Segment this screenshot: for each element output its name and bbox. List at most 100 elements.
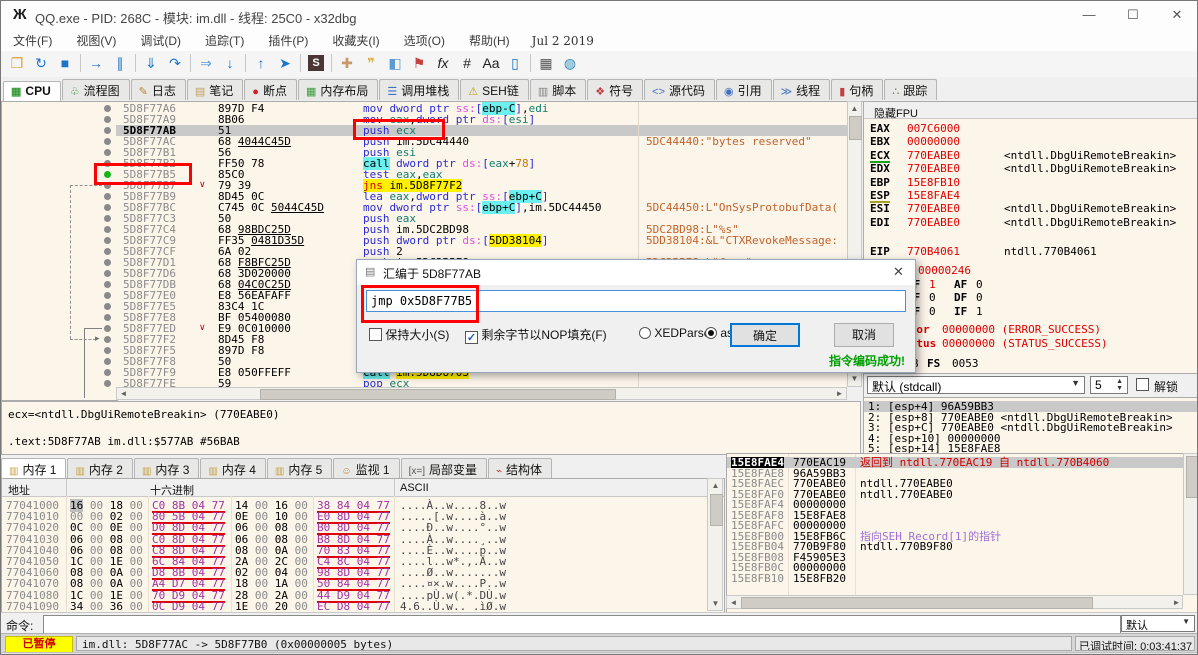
dialog-title-bar[interactable]: ▤ 汇编于 5D8F77AB ✕ — [357, 260, 915, 285]
run-until-icon[interactable]: ⇒ — [194, 51, 218, 75]
register-row[interactable]: EAX 007C6000 — [864, 123, 1197, 135]
register-row[interactable]: EBP 15E8FB10 — [864, 177, 1197, 189]
menu-item[interactable]: 选项(O) — [392, 29, 457, 52]
breakpoint-dot[interactable] — [104, 347, 111, 354]
breakpoint-dot[interactable] — [104, 105, 111, 112]
menu-item[interactable]: 收藏夹(I) — [320, 29, 391, 52]
breakpoint-dot[interactable] — [104, 292, 111, 299]
comment-icon[interactable]: ❞ — [359, 51, 383, 75]
tab-内存 4[interactable]: ▥ 内存 4 — [200, 458, 266, 479]
tab-调用堆栈[interactable]: ☰ 调用堆栈 — [379, 79, 460, 100]
bookmark-icon[interactable]: ⚑ — [407, 51, 431, 75]
tab-线程[interactable]: ≫ 线程 — [772, 79, 831, 100]
breakpoint-dot[interactable] — [104, 325, 111, 332]
breakpoint-dot[interactable] — [104, 358, 111, 365]
ok-button[interactable]: 确定 — [730, 323, 800, 347]
tab-日志[interactable]: ✎ 日志 — [130, 79, 186, 100]
menu-item[interactable]: 文件(F) — [1, 29, 64, 52]
stack-vscrollbar[interactable] — [1183, 453, 1197, 595]
tab-引用[interactable]: ◉ 引用 — [716, 79, 772, 100]
register-row[interactable]: ESP 15E8FAE4 — [864, 190, 1197, 203]
register-row[interactable]: EBX 00000000 — [864, 136, 1197, 148]
breakpoint-dot[interactable] — [104, 204, 111, 211]
calling-convention-select[interactable]: 默认 (stdcall) ▼ — [867, 376, 1085, 394]
run-to-user-code-icon[interactable]: ➤ — [273, 51, 297, 75]
keep-size-checkbox[interactable]: 保持大小(S) — [369, 326, 449, 343]
menu-item[interactable]: 追踪(T) — [193, 29, 256, 52]
disasm-hscrollbar[interactable]: ◄ ► — [116, 387, 847, 400]
breakpoint-dot[interactable] — [104, 215, 111, 222]
close-button[interactable]: ✕ — [1155, 1, 1197, 28]
arguments-panel[interactable]: 1: [esp+4] 96A59BB3 2: [esp+8] 770EABE0 <… — [863, 397, 1197, 455]
label-icon[interactable]: ◧ — [383, 51, 407, 75]
open-file-icon[interactable]: ❐ — [5, 51, 29, 75]
breakpoint-dot[interactable] — [104, 138, 111, 145]
tab-SEH链[interactable]: ⚠ SEH链 — [460, 79, 529, 100]
breakpoint-dot[interactable] — [104, 116, 111, 123]
calculator-icon[interactable]: ▦ — [534, 51, 558, 75]
strings-icon[interactable]: Aa — [479, 51, 503, 75]
hash-icon[interactable]: # — [455, 51, 479, 75]
register-row[interactable]: ESI 770EABE0 <ntdll.DbgUiRemoteBreakin> — [864, 203, 1197, 215]
tab-结构体[interactable]: ⌁ 结构体 — [488, 458, 553, 479]
breakpoint-dot[interactable] — [104, 303, 111, 310]
menu-item[interactable]: 调试(D) — [128, 29, 193, 52]
tab-监视 1[interactable]: ☺ 监视 1 — [333, 458, 400, 479]
maximize-button[interactable]: ☐ — [1111, 1, 1155, 28]
unlock-checkbox[interactable] — [1136, 378, 1149, 391]
memory-vscrollbar[interactable]: ▲ ▼ — [707, 478, 723, 611]
stack-hscrollbar[interactable]: ◄ ► — [726, 595, 1183, 609]
register-row[interactable]: EIP 770B4061 ntdll.770B4061 — [864, 246, 1197, 258]
command-input[interactable] — [43, 615, 1121, 635]
tab-跟踪[interactable]: ∴ 跟踪 — [884, 79, 938, 100]
breakpoint-dot[interactable] — [104, 259, 111, 266]
globe-icon[interactable]: ◍ — [558, 51, 582, 75]
tab-脚本[interactable]: ▥ 脚本 — [529, 79, 587, 100]
execute-till-return-icon[interactable]: ↑ — [249, 51, 273, 75]
breakpoint-dot[interactable] — [104, 226, 111, 233]
pause-icon[interactable]: ∥ — [108, 51, 132, 75]
menu-item[interactable]: 插件(P) — [256, 29, 320, 52]
patch-icon[interactable]: ✚ — [335, 51, 359, 75]
breakpoint-dot[interactable] — [104, 270, 111, 277]
breakpoint-dot[interactable] — [104, 248, 111, 255]
step-over-icon[interactable]: ↷ — [163, 51, 187, 75]
command-profile-select[interactable]: 默认 ▼ — [1121, 615, 1195, 632]
function-icon[interactable]: fx — [431, 51, 455, 75]
tab-流程图[interactable]: ♧ 流程图 — [61, 79, 130, 100]
breakpoint-dot[interactable] — [104, 336, 111, 343]
breakpoint-dot[interactable] — [104, 127, 111, 134]
breakpoint-dot[interactable] — [104, 314, 111, 321]
tab-笔记[interactable]: ▤ 笔记 — [186, 79, 244, 100]
cancel-button[interactable]: 取消 — [834, 323, 894, 347]
restart-icon[interactable]: ↻ — [29, 51, 53, 75]
register-row[interactable]: EDX 770EABE0 <ntdll.DbgUiRemoteBreakin> — [864, 163, 1197, 175]
xedparse-radio[interactable]: XEDParse — [639, 326, 710, 340]
device-icon[interactable]: ▯ — [503, 51, 527, 75]
tab-符号[interactable]: ❖ 符号 — [587, 79, 644, 100]
stop-icon[interactable]: ■ — [53, 51, 77, 75]
stack-row[interactable]: 15E8FB10 15E8FB20 — [727, 573, 1183, 584]
animate-icon[interactable]: S — [308, 55, 324, 71]
arg-count-stepper[interactable]: 5 ▲ ▼ — [1090, 376, 1128, 394]
hide-fpu-button[interactable]: 隐藏FPU — [864, 102, 1197, 120]
tab-源代码[interactable]: <> 源代码 — [644, 79, 716, 100]
breakpoint-dot[interactable] — [104, 149, 111, 156]
dialog-close-icon[interactable]: ✕ — [893, 264, 904, 280]
tab-内存布局[interactable]: ▦ 内存布局 — [297, 79, 379, 100]
breakpoint-dot[interactable] — [104, 281, 111, 288]
memory-row[interactable]: 77041090 34 00 36 00 0C D9 04 77 1E 00 20 0… — [2, 601, 702, 612]
tab-句柄[interactable]: ▮ 句柄 — [831, 79, 884, 100]
run-icon[interactable]: → — [84, 51, 108, 75]
step-into-icon[interactable]: ⇓ — [139, 51, 163, 75]
breakpoint-dot[interactable] — [104, 369, 111, 376]
tab-断点[interactable]: ● 断点 — [244, 79, 297, 100]
minimize-button[interactable]: — — [1067, 1, 1111, 28]
tab-内存 3[interactable]: ▥ 内存 3 — [133, 458, 200, 479]
breakpoint-dot[interactable] — [104, 380, 111, 387]
step-down-icon[interactable]: ↓ — [218, 51, 242, 75]
register-row[interactable]: ECX 770EABE0 <ntdll.DbgUiRemoteBreakin> — [864, 150, 1197, 163]
breakpoint-dot[interactable] — [104, 237, 111, 244]
tab-内存 5[interactable]: ▥ 内存 5 — [266, 458, 333, 479]
tab-内存 2[interactable]: ▥ 内存 2 — [67, 458, 133, 479]
